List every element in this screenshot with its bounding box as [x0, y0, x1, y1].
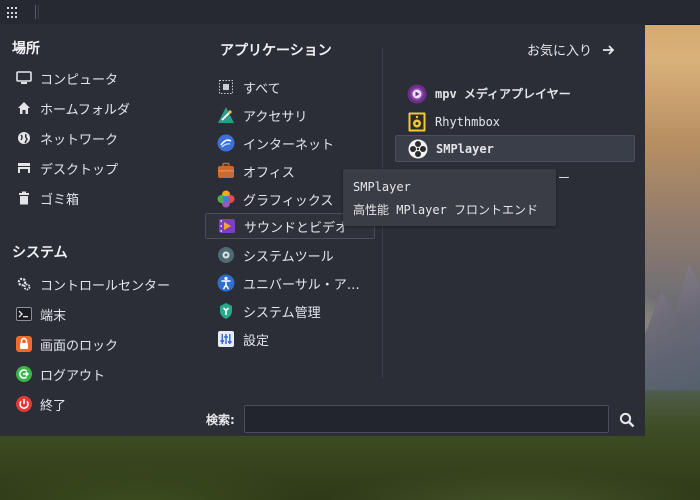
home-icon	[16, 100, 32, 116]
search-label: 検索:	[206, 413, 235, 427]
system-lock-screen[interactable]: 画面のロック	[16, 333, 118, 355]
favorites-button[interactable]: お気に入り	[527, 40, 615, 59]
category-label: すべて	[243, 81, 281, 97]
panel-separator	[38, 5, 39, 19]
tooltip-title: SMPlayer	[353, 180, 411, 194]
hidden-app-label-fragment: ー	[558, 171, 571, 185]
category-administration[interactable]: システム管理	[205, 298, 375, 324]
gear-icon	[16, 276, 32, 292]
lock-icon	[16, 336, 32, 352]
app-smplayer[interactable]: SMPlayer	[395, 135, 635, 162]
panel-separator	[35, 5, 36, 19]
system-logout[interactable]: ログアウト	[16, 363, 105, 385]
places-heading: 場所	[12, 41, 40, 57]
rhythmbox-icon	[407, 112, 427, 132]
sound-video-icon	[217, 216, 237, 236]
top-panel	[0, 0, 700, 25]
all-apps-icon	[216, 77, 236, 97]
category-label: オフィス	[243, 165, 295, 181]
category-label: システムツール	[243, 249, 334, 265]
category-accessories[interactable]: アクセサリ	[205, 102, 375, 128]
place-computer[interactable]: コンピュータ	[16, 67, 118, 89]
app-tooltip: SMPlayer 高性能 MPlayer フロントエンド	[343, 169, 556, 226]
administration-icon	[216, 301, 236, 321]
wallpaper-mountains	[645, 264, 700, 390]
logout-icon	[16, 366, 32, 382]
place-label: ネットワーク	[40, 132, 119, 148]
app-rhythmbox[interactable]: Rhythmbox	[395, 108, 635, 135]
desktop-icon	[16, 160, 32, 176]
category-label: 設定	[243, 333, 270, 349]
category-label: ユニバーサル・ア…	[243, 277, 360, 293]
system-label: 端末	[40, 308, 67, 324]
system-heading: システム	[12, 245, 68, 261]
place-trash[interactable]: ゴミ箱	[16, 187, 79, 209]
category-label: グラフィックス	[243, 193, 334, 209]
place-network[interactable]: ネットワーク	[16, 127, 118, 149]
category-label: インターネット	[243, 137, 335, 153]
accessibility-icon	[216, 273, 236, 293]
system-label: 画面のロック	[40, 338, 119, 354]
place-home-folder[interactable]: ホームフォルダ	[16, 97, 130, 119]
network-icon	[16, 130, 32, 146]
app-label: mpv メディアプレイヤー	[435, 87, 571, 101]
place-label: ホームフォルダ	[40, 102, 130, 118]
place-label: コンピュータ	[40, 72, 119, 88]
system-shutdown[interactable]: 終了	[16, 393, 66, 415]
category-label: システム管理	[243, 305, 321, 321]
search-input[interactable]	[244, 405, 609, 433]
computer-icon	[16, 70, 32, 86]
category-label: サウンドとビデオ	[244, 220, 349, 236]
system-label: 終了	[40, 398, 67, 414]
category-universal-access[interactable]: ユニバーサル・ア…	[205, 270, 375, 296]
search-icon[interactable]	[619, 412, 635, 428]
smplayer-icon	[408, 139, 428, 159]
system-label: コントロールセンター	[40, 278, 171, 294]
terminal-icon	[16, 306, 32, 322]
app-mpv[interactable]: mpv メディアプレイヤー	[395, 80, 635, 107]
settings-icon	[216, 329, 236, 349]
internet-icon	[216, 133, 236, 153]
category-settings[interactable]: 設定	[205, 326, 375, 352]
system-terminal[interactable]: 端末	[16, 303, 66, 325]
category-all[interactable]: すべて	[205, 74, 375, 100]
category-system-tools[interactable]: システムツール	[205, 242, 375, 268]
favorites-label: お気に入り	[527, 44, 593, 59]
applications-menu-button[interactable]	[6, 6, 20, 20]
system-label: ログアウト	[40, 368, 106, 384]
tooltip-description: 高性能 MPlayer フロントエンド	[353, 203, 539, 217]
office-icon	[216, 161, 236, 181]
place-label: デスクトップ	[40, 162, 119, 178]
place-label: ゴミ箱	[40, 192, 80, 208]
applications-heading: アプリケーション	[220, 43, 332, 59]
graphics-icon	[216, 189, 236, 209]
place-desktop[interactable]: デスクトップ	[16, 157, 118, 179]
arrow-right-icon	[602, 44, 615, 56]
system-control-center[interactable]: コントロールセンター	[16, 273, 170, 295]
accessories-icon	[216, 105, 236, 125]
trash-icon	[16, 190, 32, 206]
mpv-icon	[407, 84, 427, 104]
app-label: Rhythmbox	[435, 114, 501, 129]
power-icon	[16, 396, 32, 412]
category-label: アクセサリ	[243, 109, 308, 125]
app-label: SMPlayer	[436, 141, 494, 156]
category-internet[interactable]: インターネット	[205, 130, 375, 156]
system-tools-icon	[216, 245, 236, 265]
